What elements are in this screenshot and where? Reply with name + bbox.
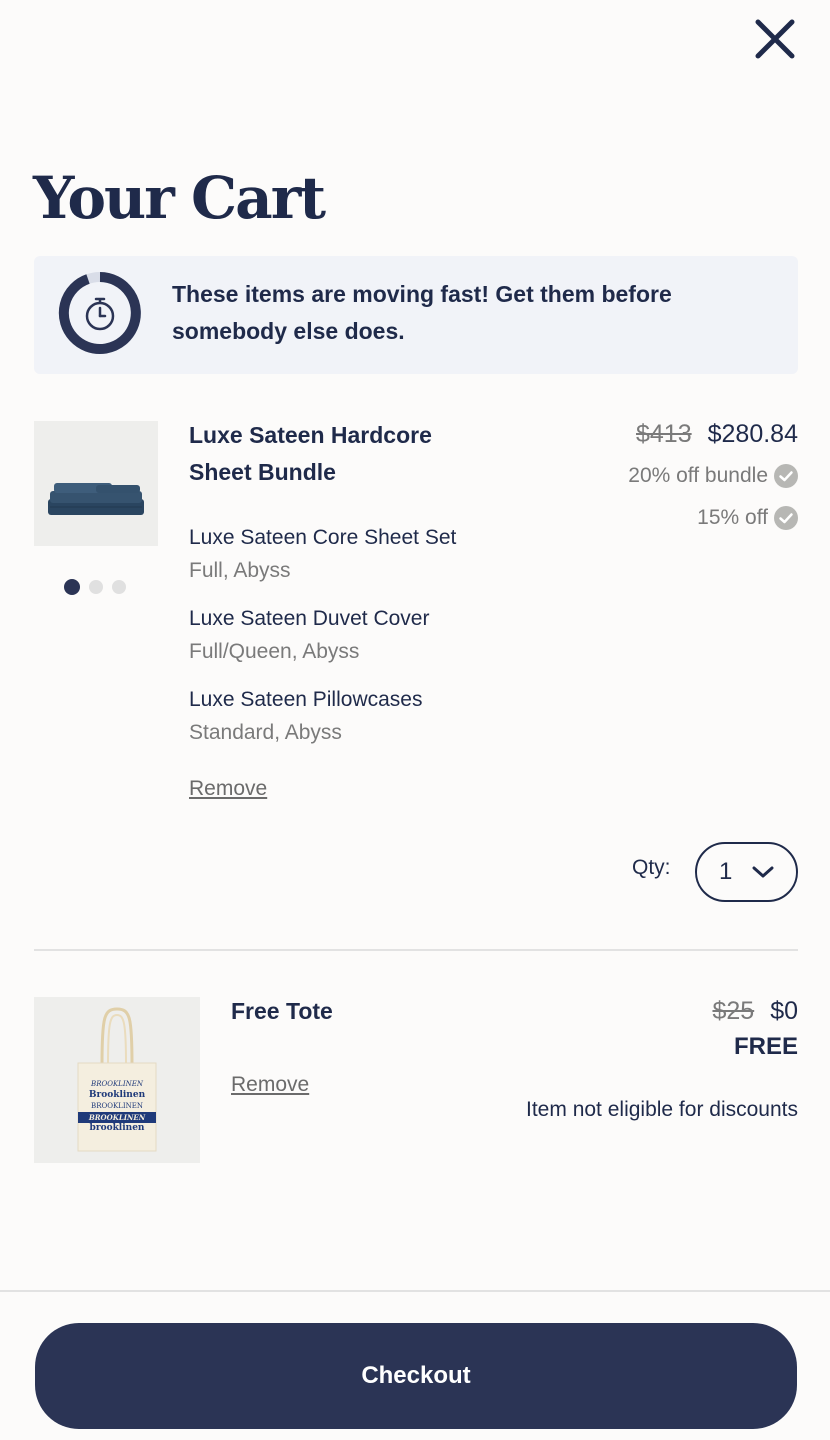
- close-button[interactable]: [752, 16, 798, 62]
- price-row: $25 $0: [712, 997, 798, 1026]
- check-circle-icon: [774, 464, 798, 488]
- component-variant: Full/Queen, Abyss: [189, 640, 360, 663]
- original-price: $25: [712, 997, 755, 1025]
- tote-brand-line: BROOKLINEN: [91, 1102, 143, 1110]
- tote-brand-line: Brooklinen: [88, 1090, 146, 1100]
- component-variant: Full, Abyss: [189, 559, 291, 582]
- price-row: $413 $280.84: [636, 420, 798, 449]
- component-name: Luxe Sateen Core Sheet Set: [189, 526, 457, 549]
- check-circle-icon: [774, 506, 798, 530]
- carousel-dot[interactable]: [112, 580, 126, 594]
- current-price: $0: [770, 997, 798, 1025]
- product-image-sheet-bundle[interactable]: [34, 421, 158, 546]
- discount-label: 15% off: [697, 506, 768, 529]
- quantity-select[interactable]: 1: [695, 842, 798, 902]
- page-title: Your Cart: [33, 164, 326, 232]
- item-name[interactable]: Luxe Sateen Hardcore Sheet Bundle: [189, 417, 489, 491]
- remove-link[interactable]: Remove: [189, 777, 267, 801]
- carousel-dot[interactable]: [64, 579, 80, 595]
- discount-extra: 15% off: [697, 506, 798, 530]
- urgency-banner: These items are moving fast! Get them be…: [34, 256, 798, 374]
- component-name: Luxe Sateen Pillowcases: [189, 688, 423, 711]
- item-name[interactable]: Free Tote: [231, 993, 333, 1030]
- tote-brand-line: BROOKLINEN: [91, 1080, 143, 1088]
- free-label: FREE: [733, 1033, 798, 1060]
- product-image-tote[interactable]: BROOKLINEN Brooklinen BROOKLINEN BROOKLI…: [34, 997, 200, 1163]
- chevron-down-icon: [752, 866, 774, 878]
- remove-link[interactable]: Remove: [231, 1073, 309, 1097]
- carousel-dot[interactable]: [89, 580, 103, 594]
- current-price: $280.84: [707, 420, 798, 448]
- discount-bundle: 20% off bundle: [628, 464, 798, 488]
- component-variant: Standard, Abyss: [189, 721, 342, 744]
- close-icon: [755, 19, 795, 59]
- urgency-text: These items are moving fast! Get them be…: [172, 281, 672, 344]
- component-name: Luxe Sateen Duvet Cover: [189, 607, 430, 630]
- discount-label: 20% off bundle: [628, 464, 768, 487]
- quantity-value: 1: [719, 858, 733, 885]
- discount-ineligible-note: Item not eligible for discounts: [526, 1098, 798, 1121]
- item-divider: [34, 949, 798, 951]
- tote-brand-line: brooklinen: [89, 1123, 145, 1133]
- stopwatch-icon: [58, 272, 141, 354]
- image-carousel-dots[interactable]: [64, 579, 126, 595]
- checkout-button[interactable]: Checkout: [35, 1323, 797, 1429]
- folded-sheets-image: [48, 483, 144, 515]
- footer-divider: [0, 1290, 830, 1292]
- qty-label: Qty:: [632, 856, 671, 879]
- tote-brand-line: BROOKLINEN: [78, 1112, 156, 1123]
- original-price: $413: [636, 420, 692, 448]
- tote-brand-text: BROOKLINEN Brooklinen BROOKLINEN BROOKLI…: [78, 1079, 156, 1134]
